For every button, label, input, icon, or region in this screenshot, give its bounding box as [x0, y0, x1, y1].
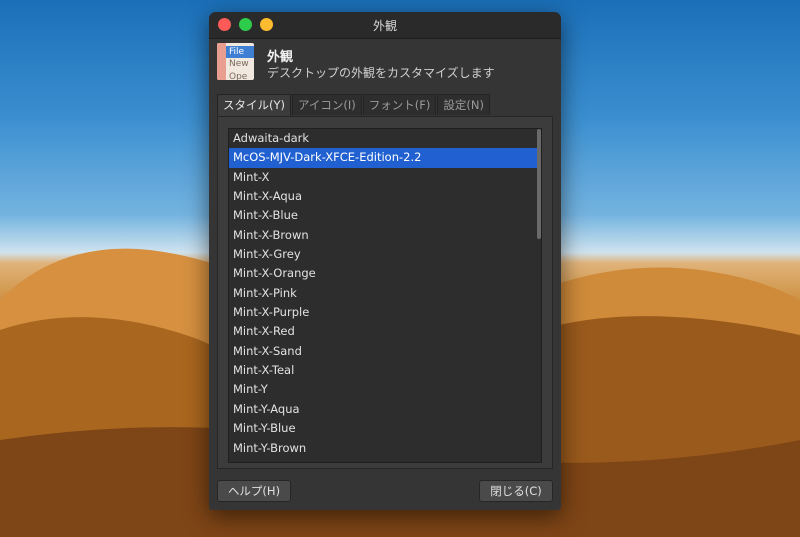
help-button[interactable]: ヘルプ(H)	[217, 480, 291, 502]
dialog-title: 外観	[267, 50, 294, 65]
theme-list-item[interactable]: Adwaita-dark	[229, 129, 541, 148]
theme-list-item[interactable]: Mint-X-Orange	[229, 264, 541, 283]
theme-list-item[interactable]: Mint-Y	[229, 380, 541, 399]
tab-icons[interactable]: アイコン(I)	[292, 94, 362, 115]
settings-notebook: スタイル(Y) アイコン(I) フォント(F) 設定(N) Adwaita-da…	[217, 94, 553, 469]
theme-list-item[interactable]: Mint-X-Aqua	[229, 187, 541, 206]
theme-list-item[interactable]: Mint-Y-Brown	[229, 439, 541, 458]
theme-list[interactable]: Adwaita-dark McOS-MJV-Dark-XFCE-Edition-2…	[228, 128, 542, 463]
theme-list-item[interactable]: Mint-X-Grey	[229, 245, 541, 264]
theme-list-item[interactable]: Mint-X-Purple	[229, 303, 541, 322]
theme-list-item[interactable]: Mint-X-Red	[229, 322, 541, 341]
theme-list-item[interactable]: Mint-Y-Aqua	[229, 400, 541, 419]
style-panel: Adwaita-dark McOS-MJV-Dark-XFCE-Edition-2…	[217, 116, 553, 469]
theme-list-item[interactable]: Mint-Y-Blue	[229, 419, 541, 438]
close-button[interactable]: 閉じる(C)	[479, 480, 553, 502]
tab-settings[interactable]: 設定(N)	[437, 94, 490, 115]
tab-style[interactable]: スタイル(Y)	[217, 94, 291, 116]
appearance-app-icon: File New Ope	[217, 43, 254, 80]
window-title: 外観	[372, 19, 397, 33]
theme-list-item[interactable]: Mint-X	[229, 168, 541, 187]
theme-list-item[interactable]: Mint-X-Sand	[229, 342, 541, 361]
dialog-header: File New Ope 外観 デスクトップの外観をカスタマイズします	[209, 39, 561, 91]
title-bar[interactable]: 外観	[209, 12, 561, 39]
theme-list-item[interactable]: Mint-X-Brown	[229, 226, 541, 245]
tab-bar: スタイル(Y) アイコン(I) フォント(F) 設定(N)	[217, 94, 491, 116]
theme-list-item[interactable]: Mint-X-Teal	[229, 361, 541, 380]
tab-fonts[interactable]: フォント(F)	[362, 94, 437, 115]
theme-list-item[interactable]: McOS-MJV-Dark-XFCE-Edition-2.2	[229, 148, 541, 168]
theme-list-item[interactable]: Mint-X-Pink	[229, 284, 541, 303]
dialog-subtitle: デスクトップの外観をカスタマイズします	[267, 66, 495, 80]
appearance-window: 外観 File New Ope 外観 デスクトップの外観をカスタマイズします ス…	[209, 12, 561, 510]
theme-list-item[interactable]: Mint-X-Blue	[229, 206, 541, 225]
list-scrollbar[interactable]	[537, 129, 541, 239]
